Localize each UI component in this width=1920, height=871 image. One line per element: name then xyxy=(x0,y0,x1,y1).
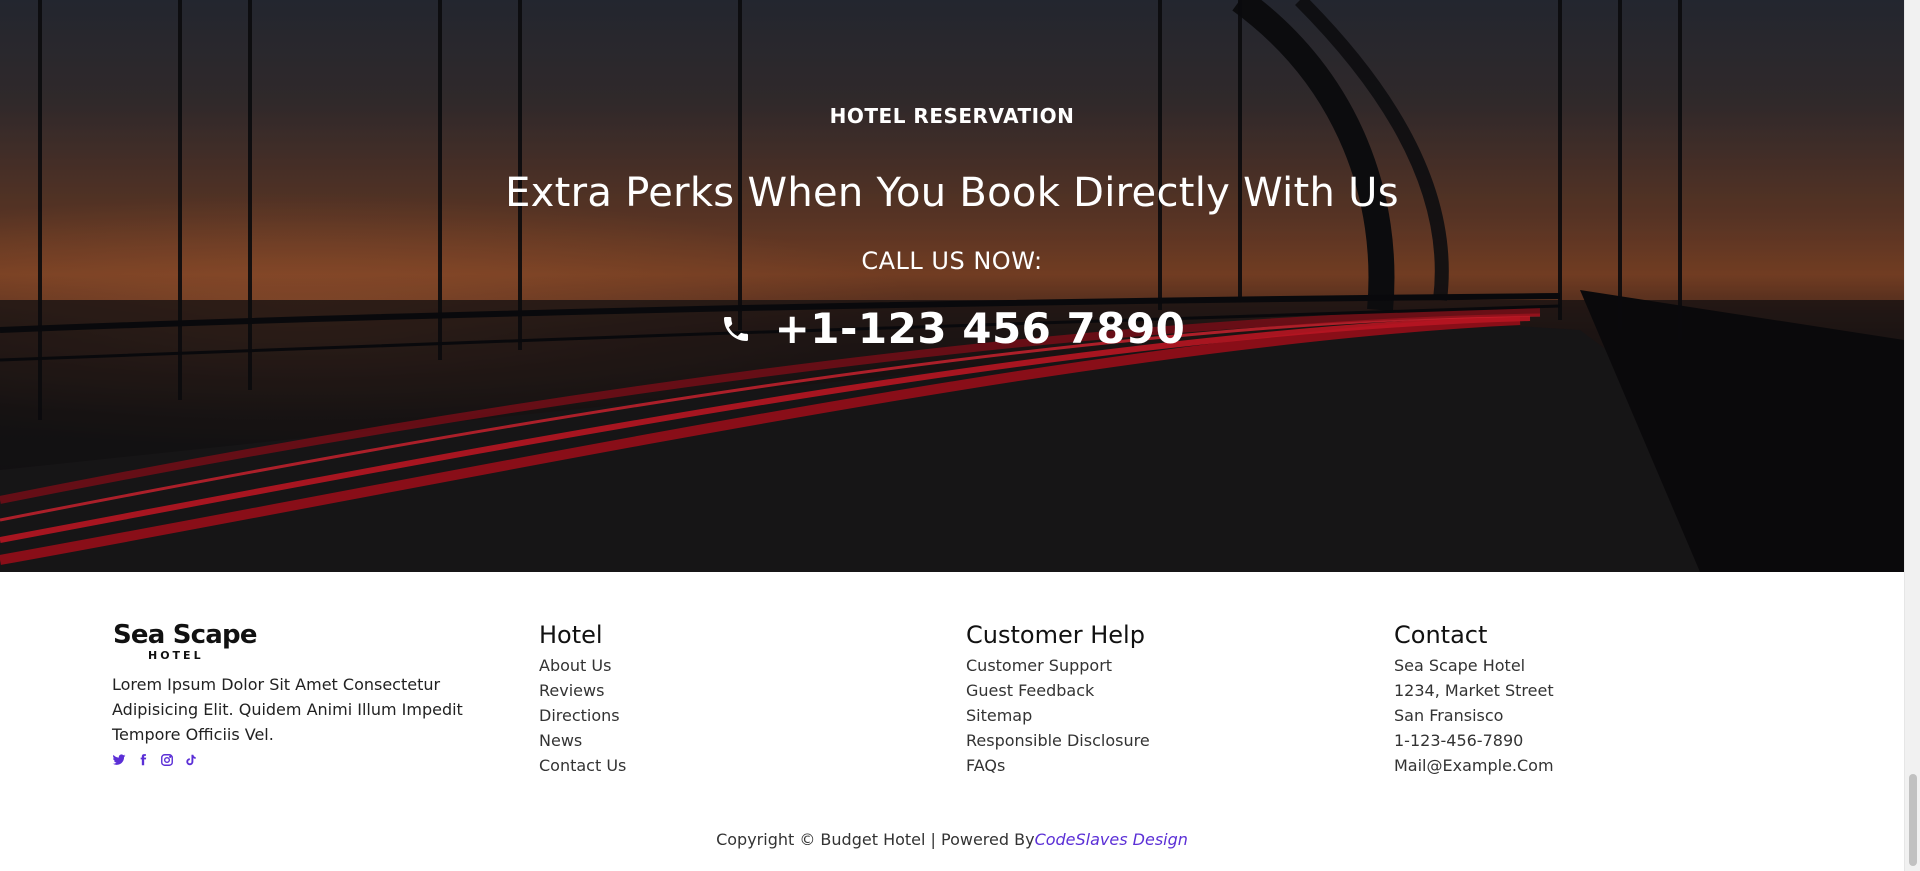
twitter-icon[interactable] xyxy=(112,753,126,767)
link-directions[interactable]: Directions xyxy=(539,703,839,728)
link-sitemap[interactable]: Sitemap xyxy=(966,703,1266,728)
link-customer-support[interactable]: Customer Support xyxy=(966,653,1266,678)
contact-phone[interactable]: 1-123-456-7890 xyxy=(1394,728,1694,753)
copyright: Copyright © Budget Hotel | Powered ByCod… xyxy=(0,830,1904,849)
footer-brand: Sea Scape HOTEL Lorem Ipsum Dolor Sit Am… xyxy=(112,620,472,767)
scrollbar-thumb[interactable] xyxy=(1909,774,1917,866)
facebook-icon[interactable] xyxy=(136,753,150,767)
hotel-links: About Us Reviews Directions News Contact… xyxy=(539,653,839,778)
contact-lines: Sea Scape Hotel 1234, Market Street San … xyxy=(1394,653,1694,778)
logo[interactable]: Sea Scape HOTEL xyxy=(112,620,472,662)
hero-content: HOTEL RESERVATION Extra Perks When You B… xyxy=(0,0,1904,572)
instagram-icon[interactable] xyxy=(160,753,174,767)
customer-help-links: Customer Support Guest Feedback Sitemap … xyxy=(966,653,1266,778)
hero-banner: HOTEL RESERVATION Extra Perks When You B… xyxy=(0,0,1904,572)
link-reviews[interactable]: Reviews xyxy=(539,678,839,703)
link-news[interactable]: News xyxy=(539,728,839,753)
brand-description: Lorem Ipsum Dolor Sit Amet Consectetur A… xyxy=(112,675,463,744)
customer-help-column-title: Customer Help xyxy=(966,621,1145,649)
phone-row[interactable]: +1-123 456 7890 xyxy=(0,304,1904,353)
contact-email[interactable]: Mail@Example.Com xyxy=(1394,753,1694,778)
contact-city: San Fransisco xyxy=(1394,706,1504,725)
social-links xyxy=(112,753,472,767)
link-contact-us[interactable]: Contact Us xyxy=(539,753,839,778)
phone-icon xyxy=(719,312,753,346)
link-responsible-disclosure[interactable]: Responsible Disclosure xyxy=(966,728,1266,753)
link-guest-feedback[interactable]: Guest Feedback xyxy=(966,678,1266,703)
hero-eyebrow: HOTEL RESERVATION xyxy=(829,104,1075,128)
link-faqs[interactable]: FAQs xyxy=(966,753,1266,778)
footer: Sea Scape HOTEL Lorem Ipsum Dolor Sit Am… xyxy=(0,572,1904,871)
page-scrollbar[interactable] xyxy=(1904,0,1920,871)
footer-customer-help-column: Customer Help Customer Support Guest Fee… xyxy=(966,620,1266,778)
contact-street: 1234, Market Street xyxy=(1394,681,1554,700)
contact-hotel-name: Sea Scape Hotel xyxy=(1394,656,1526,675)
call-us-label: CALL US NOW: xyxy=(861,247,1043,275)
contact-column-title: Contact xyxy=(1394,621,1488,649)
hotel-column-title: Hotel xyxy=(539,621,603,649)
logo-main-text: Sea Scape xyxy=(113,620,257,650)
powered-by-link[interactable]: CodeSlaves Design xyxy=(1035,830,1188,849)
tiktok-icon[interactable] xyxy=(184,753,198,767)
footer-hotel-column: Hotel About Us Reviews Directions News C… xyxy=(539,620,839,778)
link-about-us[interactable]: About Us xyxy=(539,653,839,678)
phone-number[interactable]: +1-123 456 7890 xyxy=(775,304,1186,353)
hero-headline: Extra Perks When You Book Directly With … xyxy=(505,170,1399,216)
copyright-text: Copyright © Budget Hotel | Powered By xyxy=(716,830,1035,849)
logo-sub-text: HOTEL xyxy=(148,649,204,662)
footer-contact-column: Contact Sea Scape Hotel 1234, Market Str… xyxy=(1394,620,1694,778)
